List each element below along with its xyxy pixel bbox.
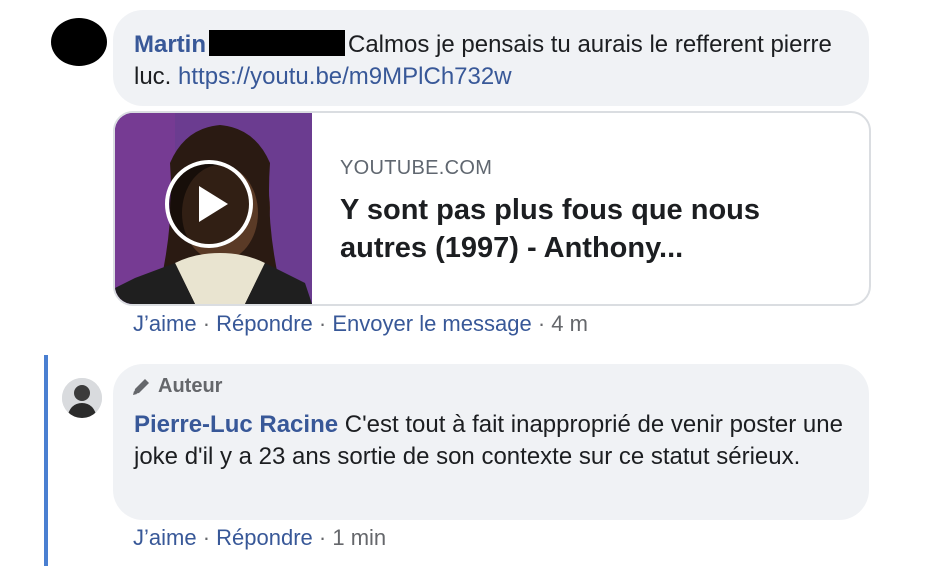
- comment-text: Pierre-Luc Racine C'est tout à fait inap…: [134, 409, 844, 473]
- comment-actions: J’aime · Répondre · Envoyer le message ·…: [133, 311, 588, 337]
- link-preview-card[interactable]: YOUTUBE.COM Y sont pas plus fous que nou…: [113, 111, 871, 306]
- avatar-image: [62, 378, 102, 418]
- timestamp[interactable]: 4 m: [551, 311, 588, 336]
- separator: ·: [202, 525, 211, 550]
- separator: ·: [202, 311, 211, 336]
- preview-title[interactable]: Y sont pas plus fous que nous autres (19…: [340, 191, 840, 267]
- comment-bubble: Martin Calmos je pensais tu aurais le ref…: [113, 10, 869, 106]
- preview-domain: YOUTUBE.COM: [340, 157, 493, 179]
- like-link[interactable]: J’aime: [133, 311, 197, 336]
- author-badge-label: Auteur: [158, 375, 223, 397]
- comment-author[interactable]: Pierre-Luc Racine: [134, 411, 338, 438]
- play-icon[interactable]: [164, 159, 254, 249]
- separator: ·: [537, 311, 546, 336]
- redaction-bar: [209, 30, 345, 56]
- thread-line: [44, 355, 48, 566]
- avatar[interactable]: [62, 378, 102, 418]
- separator: ·: [318, 525, 327, 550]
- author-badge: Auteur: [130, 375, 222, 398]
- comment-author[interactable]: Martin: [134, 31, 206, 58]
- reply-link[interactable]: Répondre: [216, 525, 313, 550]
- separator: ·: [318, 311, 327, 336]
- video-thumbnail[interactable]: [115, 113, 312, 304]
- like-link[interactable]: J’aime: [133, 525, 197, 550]
- pencil-icon: [133, 378, 149, 395]
- comment-text: Martin Calmos je pensais tu aurais le ref…: [134, 29, 854, 93]
- reply-link[interactable]: Répondre: [216, 311, 313, 336]
- avatar[interactable]: [51, 18, 107, 66]
- reply-bubble: Auteur Pierre-Luc Racine C'est tout à fa…: [113, 364, 869, 520]
- timestamp[interactable]: 1 min: [332, 525, 386, 550]
- send-message-link[interactable]: Envoyer le message: [332, 311, 531, 336]
- comment-actions: J’aime · Répondre · 1 min: [133, 525, 386, 551]
- comment-link[interactable]: https://youtu.be/m9MPlCh732w: [178, 63, 512, 90]
